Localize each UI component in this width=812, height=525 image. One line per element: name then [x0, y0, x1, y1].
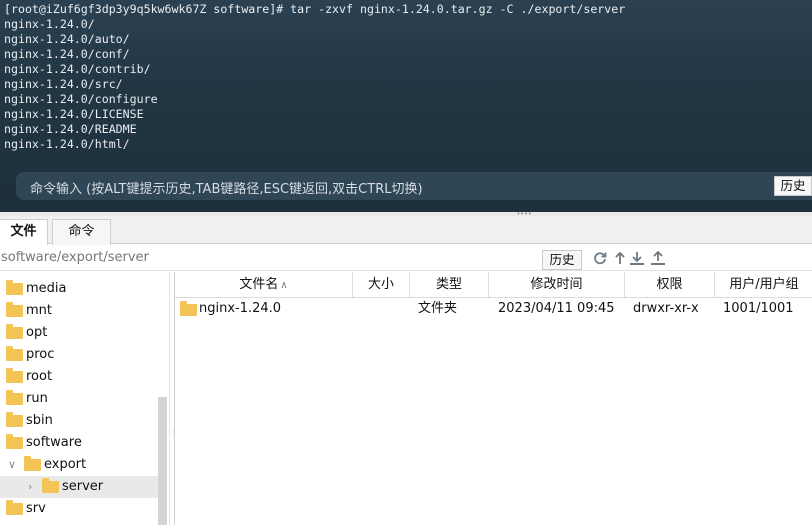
up-directory-icon[interactable]: [612, 251, 628, 267]
sort-ascending-icon: ∧: [280, 280, 288, 291]
terminal-line: nginx-1.24.0/contrib/: [4, 62, 151, 76]
download-icon[interactable]: [629, 251, 645, 267]
table-row[interactable]: nginx-1.24.0 文件夹 2023/04/11 09:45 drwxr-…: [175, 298, 812, 320]
terminal-line: [root@iZuf6gf3dp3y9q5kw6wk67Z software]#…: [4, 2, 626, 16]
tree-item-label: media: [26, 281, 67, 296]
tree-item-label: export: [44, 457, 87, 472]
tree-item-label: software: [26, 435, 82, 450]
tree-item-label: sbin: [26, 413, 53, 428]
command-input-placeholder[interactable]: 命令输入 (按ALT键提示历史,TAB键路径,ESC键返回,双击CTRL切换): [30, 178, 423, 197]
folder-icon: [6, 368, 23, 383]
tree-item-proc[interactable]: proc: [0, 344, 158, 366]
tree-item-export[interactable]: ∨ export: [0, 454, 158, 476]
command-input-bar[interactable]: 命令输入 (按ALT键提示历史,TAB键路径,ESC键返回,双击CTRL切换) …: [16, 172, 812, 200]
tree-item-label: run: [26, 391, 48, 406]
tree-item-software[interactable]: software: [0, 432, 158, 454]
column-header-name[interactable]: 文件名 ∧: [175, 272, 353, 298]
tree-item-mnt[interactable]: mnt: [0, 300, 158, 322]
tree-item-server[interactable]: › server: [0, 476, 158, 498]
folder-icon: [6, 390, 23, 405]
folder-icon: [180, 301, 197, 316]
terminal-output: [root@iZuf6gf3dp3y9q5kw6wk67Z software]#…: [4, 2, 625, 152]
tree-item-label: server: [62, 479, 104, 494]
chevron-down-icon[interactable]: ∨: [8, 454, 16, 476]
terminal-line: nginx-1.24.0/README: [4, 122, 137, 136]
path-history-button[interactable]: 历史: [542, 250, 582, 270]
column-header-modified[interactable]: 修改时间: [489, 272, 625, 298]
folder-icon: [6, 500, 23, 515]
tree-item-run[interactable]: run: [0, 388, 158, 410]
terminal-line: nginx-1.24.0/configure: [4, 92, 158, 106]
folder-icon: [6, 412, 23, 427]
tree-scrollbar[interactable]: [158, 397, 167, 525]
upload-icon[interactable]: [650, 250, 666, 267]
path-input[interactable]: software/export/server: [0, 248, 536, 268]
file-owner: 1001/1001: [723, 301, 794, 316]
tree-item-srv[interactable]: srv: [0, 498, 158, 520]
column-header-size[interactable]: 大小: [353, 272, 410, 298]
refresh-icon[interactable]: [592, 251, 608, 267]
terminal-panel[interactable]: [root@iZuf6gf3dp3y9q5kw6wk67Z software]#…: [0, 0, 812, 212]
file-list[interactable]: 文件名 ∧ 大小 类型 修改时间 权限 用户/用户组 nginx-1.24.0 文…: [174, 272, 812, 525]
directory-tree[interactable]: media mnt opt proc root run sbin softwar…: [0, 272, 170, 525]
tree-item-label: proc: [26, 347, 55, 362]
terminal-line: nginx-1.24.0/auto/: [4, 32, 130, 46]
tree-item-media[interactable]: media: [0, 278, 158, 300]
tree-item-label: root: [26, 369, 53, 384]
tree-item-root[interactable]: root: [0, 366, 158, 388]
file-list-header: 文件名 ∧ 大小 类型 修改时间 权限 用户/用户组: [175, 272, 812, 298]
folder-icon: [42, 478, 59, 493]
folder-icon: [6, 346, 23, 361]
folder-icon: [24, 456, 41, 471]
terminal-line: nginx-1.24.0/: [4, 17, 95, 31]
file-modified: 2023/04/11 09:45: [498, 301, 615, 316]
column-header-permissions[interactable]: 权限: [625, 272, 715, 298]
panel-tabs: 文件 命令: [0, 216, 812, 245]
tree-item-label: srv: [26, 501, 46, 516]
command-history-button[interactable]: 历史: [774, 176, 812, 196]
folder-icon: [6, 434, 23, 449]
column-header-owner[interactable]: 用户/用户组: [715, 272, 812, 298]
tree-item-sbin[interactable]: sbin: [0, 410, 158, 432]
tree-item-opt[interactable]: opt: [0, 322, 158, 344]
tab-commands[interactable]: 命令: [52, 219, 111, 245]
folder-icon: [6, 324, 23, 339]
folder-icon: [6, 302, 23, 317]
file-type: 文件夹: [418, 301, 458, 316]
terminal-line: nginx-1.24.0/html/: [4, 137, 130, 151]
terminal-line: nginx-1.24.0/LICENSE: [4, 107, 144, 121]
file-name: nginx-1.24.0: [199, 301, 282, 316]
column-header-label: 文件名: [239, 277, 279, 292]
terminal-line: nginx-1.24.0/conf/: [4, 47, 130, 61]
terminal-line: nginx-1.24.0/src/: [4, 77, 123, 91]
path-bar: software/export/server 历史: [0, 245, 812, 271]
folder-icon: [6, 280, 23, 295]
column-header-type[interactable]: 类型: [410, 272, 489, 298]
tree-item-label: mnt: [26, 303, 52, 318]
tree-item-label: opt: [26, 325, 48, 340]
file-permissions: drwxr-xr-x: [633, 301, 699, 316]
chevron-right-icon[interactable]: ›: [28, 476, 32, 498]
tab-files[interactable]: 文件: [0, 219, 48, 245]
